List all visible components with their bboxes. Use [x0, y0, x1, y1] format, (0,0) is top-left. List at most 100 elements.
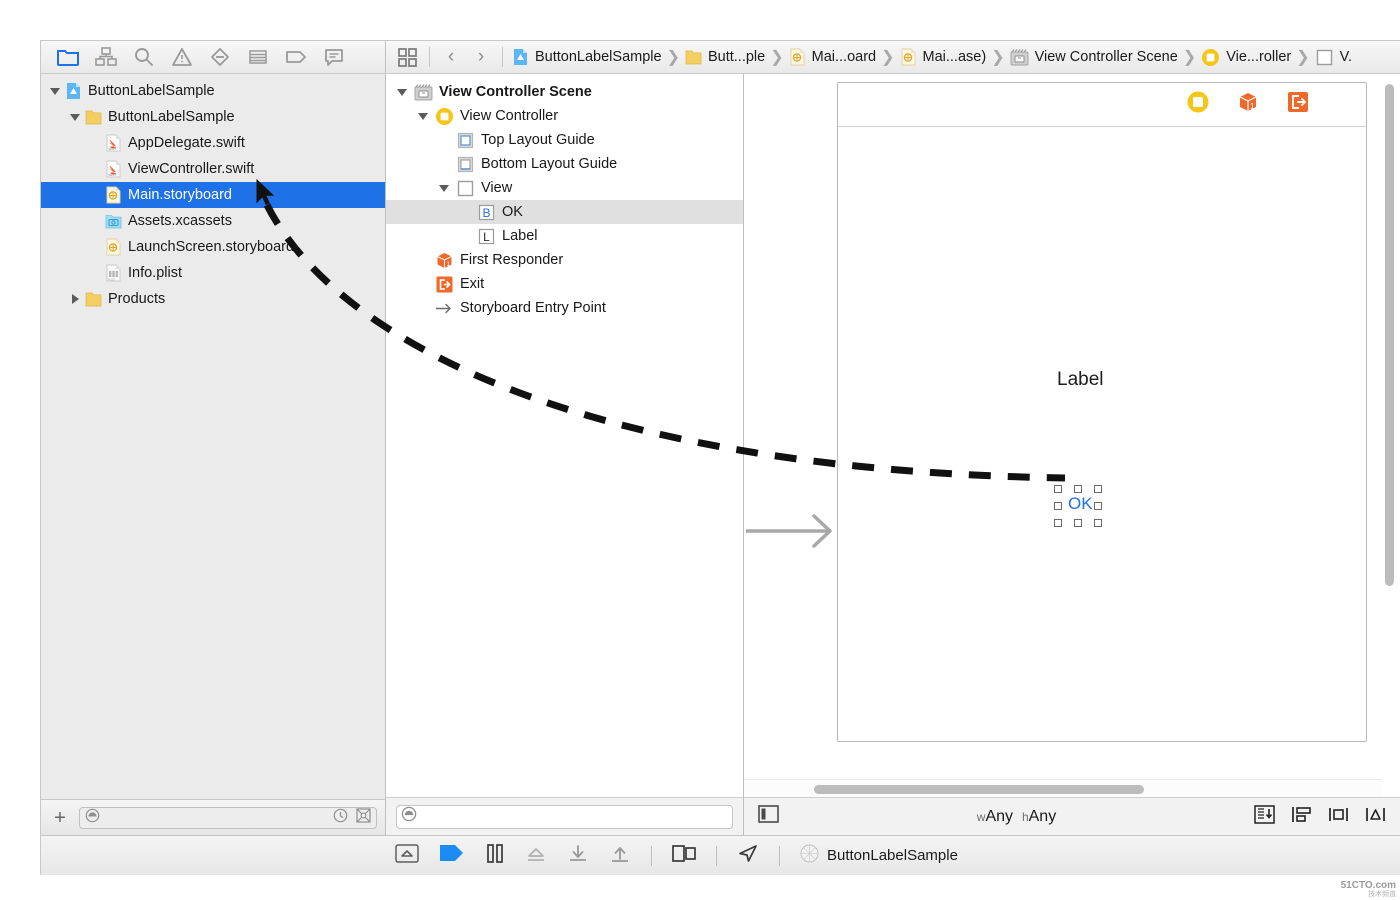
outline-row[interactable]: Bottom Layout Guide	[386, 152, 743, 176]
bottom-layout-guide-icon	[456, 155, 475, 174]
source-control-navigator-icon[interactable]	[87, 44, 125, 70]
document-outline-pane: View Controller Scene View Controller Top …	[386, 74, 744, 835]
label-icon: L	[477, 227, 496, 246]
outline-filter-field[interactable]	[396, 804, 733, 829]
step-over-icon[interactable]	[525, 844, 547, 868]
breadcrumb-item[interactable]: ButtonLabelSample	[510, 48, 664, 66]
file-tree-row[interactable]: Main.storyboard	[41, 182, 385, 208]
process-icon	[800, 844, 819, 867]
canvas-horizontal-scrollbar[interactable]	[814, 785, 1144, 794]
breadcrumb-item[interactable]: Mai...ase)	[898, 48, 989, 66]
outline-row[interactable]: Exit	[386, 272, 743, 296]
resize-handle-bc[interactable]	[1074, 519, 1082, 527]
document-outline-toggle-icon[interactable]	[758, 805, 779, 828]
breadcrumb-item[interactable]: View Controller Scene	[1008, 48, 1180, 67]
filter-scope-icon[interactable]	[85, 808, 100, 828]
disclosure-triangle-icon[interactable]	[69, 293, 82, 306]
resize-handle-tc[interactable]	[1074, 485, 1082, 493]
breakpoint-navigator-icon[interactable]	[277, 44, 315, 70]
outline-row[interactable]: B OK	[386, 200, 743, 224]
step-into-icon[interactable]	[567, 844, 589, 868]
outline-row[interactable]: Storyboard Entry Point	[386, 296, 743, 320]
outline-row[interactable]: L Label	[386, 224, 743, 248]
outline-row-label: View Controller Scene	[439, 84, 592, 100]
add-file-button[interactable]: +	[49, 807, 71, 829]
report-navigator-icon[interactable]	[315, 44, 353, 70]
disclosure-triangle-icon[interactable]	[396, 86, 409, 99]
resize-handle-mr[interactable]	[1094, 502, 1102, 510]
resize-handle-ml[interactable]	[1054, 502, 1062, 510]
storyboard-canvas[interactable]: 1 Label OK	[744, 74, 1400, 797]
file-tree-row[interactable]: SWIFT AppDelegate.swift	[41, 130, 385, 156]
disclosure-triangle-icon[interactable]	[438, 182, 451, 195]
file-tree-row[interactable]: Products	[41, 286, 385, 312]
filter-scope-icon[interactable]	[401, 806, 417, 827]
pause-icon[interactable]	[485, 843, 505, 868]
ok-button-title: OK	[1068, 494, 1093, 513]
xcode-project-icon	[512, 48, 529, 66]
disclosure-triangle-icon[interactable]	[49, 85, 62, 98]
test-navigator-icon[interactable]	[201, 44, 239, 70]
exit-icon[interactable]	[1286, 90, 1310, 119]
outline-row-label: OK	[502, 204, 523, 220]
resize-handle-tr[interactable]	[1094, 485, 1102, 493]
breadcrumb-item[interactable]: Butt...ple	[683, 48, 767, 66]
first-responder-icon[interactable]: 1	[1236, 90, 1260, 119]
issue-navigator-icon[interactable]	[163, 44, 201, 70]
file-tree-row[interactable]: ButtonLabelSample	[41, 104, 385, 130]
resize-handle-br[interactable]	[1094, 519, 1102, 527]
project-navigator-icon[interactable]	[49, 44, 87, 70]
breadcrumb-item-label: Butt...ple	[707, 49, 766, 65]
step-out-icon[interactable]	[609, 844, 631, 868]
canvas-label[interactable]: Label	[1057, 369, 1104, 391]
back-button[interactable]: ‹	[437, 45, 465, 70]
outline-row[interactable]: 1 First Responder	[386, 248, 743, 272]
related-items-icon[interactable]	[392, 45, 422, 70]
find-navigator-icon[interactable]	[125, 44, 163, 70]
view-controller-frame[interactable]: 1 Label OK	[837, 82, 1367, 742]
breadcrumb-separator-icon: ❯	[881, 49, 895, 66]
file-tree-row[interactable]: ButtonLabelSample	[41, 78, 385, 104]
file-tree-row[interactable]: PLIST Info.plist	[41, 260, 385, 286]
file-tree-row[interactable]: SWIFT ViewController.swift	[41, 156, 385, 182]
align-icon[interactable]	[1328, 805, 1349, 829]
debug-scheme-item[interactable]: ButtonLabelSample	[800, 844, 958, 867]
view-controller-icon[interactable]	[1186, 90, 1210, 119]
outline-row[interactable]: View	[386, 176, 743, 200]
file-tree-row[interactable]: LaunchScreen.storyboard	[41, 234, 385, 260]
disclosure-triangle-icon[interactable]	[417, 110, 430, 123]
corner-watermark-primary: 51CTO.com	[1340, 880, 1396, 891]
navigator-filter-field[interactable]	[79, 806, 377, 829]
canvas-ok-button[interactable]: OK	[1054, 485, 1102, 527]
update-frames-icon[interactable]	[1254, 804, 1275, 829]
focus-selection-icon[interactable]	[356, 807, 371, 828]
resize-handle-bl[interactable]	[1054, 519, 1062, 527]
canvas-vertical-scrollbar[interactable]	[1385, 84, 1394, 586]
canvas-horizontal-scrollbar-track[interactable]	[744, 779, 1382, 797]
project-file-tree[interactable]: ButtonLabelSample ButtonLabelSample SWIFT A…	[41, 74, 385, 799]
breadcrumb-item[interactable]: V.	[1313, 48, 1354, 67]
continue-execution-icon[interactable]	[439, 844, 465, 867]
breadcrumb-item[interactable]: Mai...oard	[787, 48, 878, 66]
outline-row[interactable]: View Controller Scene	[386, 80, 743, 104]
recent-files-icon[interactable]	[333, 808, 348, 828]
breadcrumb-item[interactable]: Vie...roller	[1199, 48, 1293, 67]
outline-row[interactable]: Top Layout Guide	[386, 128, 743, 152]
view-debugging-icon[interactable]	[672, 844, 696, 868]
disclosure-triangle-icon[interactable]	[69, 111, 82, 124]
svg-text:B: B	[482, 206, 490, 220]
forward-button[interactable]: ›	[467, 45, 495, 70]
size-class-indicator[interactable]: wAny hAny	[779, 808, 1254, 826]
embed-in-stack-icon[interactable]	[1291, 805, 1312, 829]
pin-icon[interactable]	[1365, 805, 1386, 829]
file-tree-row[interactable]: Assets.xcassets	[41, 208, 385, 234]
hide-debug-area-icon[interactable]	[395, 843, 419, 868]
file-tree-row-label: Main.storyboard	[128, 187, 232, 203]
resize-handle-tl[interactable]	[1054, 485, 1062, 493]
debug-navigator-icon[interactable]	[239, 44, 277, 70]
location-simulate-icon[interactable]	[737, 844, 759, 868]
outline-row[interactable]: View Controller	[386, 104, 743, 128]
document-outline-tree[interactable]: View Controller Scene View Controller Top …	[386, 74, 743, 797]
